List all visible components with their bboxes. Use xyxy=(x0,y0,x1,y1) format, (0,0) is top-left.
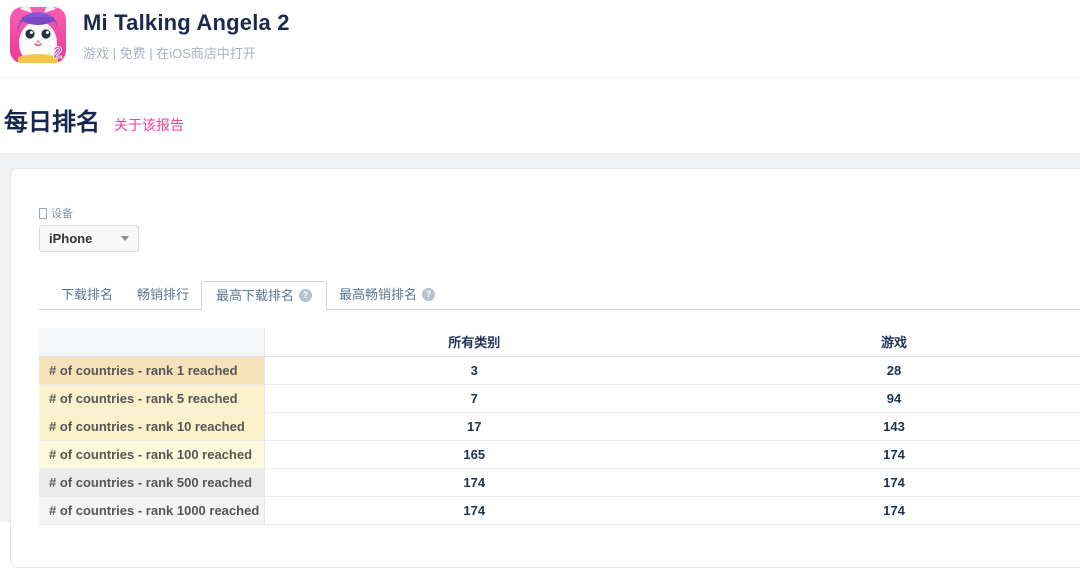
content-background: 设备 iPhone 下载排名 畅销排行 最高下载排名 ? 最高畅销排名 ? 所有… xyxy=(0,153,1080,568)
device-filter: 设备 iPhone xyxy=(39,205,1080,252)
rank-reached-table: 所有类别 游戏 # of countries - rank 1 reached … xyxy=(39,328,1080,525)
value-games: 94 xyxy=(684,384,1080,413)
corner-header-cell xyxy=(39,328,265,357)
app-icon: 2 xyxy=(10,7,66,63)
app-header-text: Mi Talking Angela 2 游戏 | 免费 | 在iOS商店中打开 xyxy=(83,7,290,62)
table-row: # of countries - rank 1 reached 3 28 xyxy=(39,356,1080,385)
value-all-categories: 7 xyxy=(264,384,684,413)
value-games: 28 xyxy=(684,356,1080,385)
device-filter-label: 设备 xyxy=(39,205,1080,221)
app-title: Mi Talking Angela 2 xyxy=(83,10,290,35)
device-icon xyxy=(39,207,47,219)
column-header-all-categories: 所有类别 xyxy=(264,328,684,357)
table-row: # of countries - rank 100 reached 165 17… xyxy=(39,440,1080,469)
row-label: # of countries - rank 500 reached xyxy=(39,468,265,497)
tab-top-grossing-rank[interactable]: 最高畅销排名 ? xyxy=(327,280,447,309)
value-all-categories: 165 xyxy=(264,440,684,469)
daily-rank-card: 设备 iPhone 下载排名 畅销排行 最高下载排名 ? 最高畅销排名 ? 所有… xyxy=(10,168,1080,568)
value-all-categories: 174 xyxy=(264,496,684,525)
about-report-link[interactable]: 关于该报告 xyxy=(114,115,184,135)
page-title: 每日排名 xyxy=(4,109,100,136)
tab-download-rank[interactable]: 下载排名 xyxy=(49,280,125,309)
value-games: 143 xyxy=(684,412,1080,441)
svg-text:2: 2 xyxy=(53,43,62,62)
help-icon[interactable]: ? xyxy=(422,288,436,301)
help-icon[interactable]: ? xyxy=(299,289,313,302)
value-games: 174 xyxy=(684,440,1080,469)
table-header-row: 所有类别 游戏 xyxy=(39,328,1080,357)
value-all-categories: 17 xyxy=(264,412,684,441)
row-label: # of countries - rank 5 reached xyxy=(39,384,265,413)
value-all-categories: 174 xyxy=(264,468,684,497)
row-label: # of countries - rank 1 reached xyxy=(39,356,265,385)
column-header-games: 游戏 xyxy=(684,328,1080,357)
chevron-down-icon xyxy=(121,236,129,241)
table-row: # of countries - rank 5 reached 7 94 xyxy=(39,384,1080,413)
value-games: 174 xyxy=(684,496,1080,525)
tab-grossing-rank[interactable]: 畅销排行 xyxy=(125,280,201,309)
app-header: 2 Mi Talking Angela 2 游戏 | 免费 | 在iOS商店中打… xyxy=(0,0,1080,78)
table-row: # of countries - rank 1000 reached 174 1… xyxy=(39,496,1080,525)
table-row: # of countries - rank 10 reached 17 143 xyxy=(39,412,1080,441)
app-subtitle[interactable]: 游戏 | 免费 | 在iOS商店中打开 xyxy=(83,43,290,62)
table-row: # of countries - rank 500 reached 174 17… xyxy=(39,468,1080,497)
device-select[interactable]: iPhone xyxy=(39,225,139,252)
row-label: # of countries - rank 10 reached xyxy=(39,412,265,441)
rank-tabs: 下载排名 畅销排行 最高下载排名 ? 最高畅销排名 ? xyxy=(39,280,1080,310)
tab-top-download-rank[interactable]: 最高下载排名 ? xyxy=(201,281,328,310)
value-all-categories: 3 xyxy=(264,356,684,385)
device-select-value: iPhone xyxy=(49,231,93,246)
row-label: # of countries - rank 100 reached xyxy=(39,440,265,469)
row-label: # of countries - rank 1000 reached xyxy=(39,496,265,525)
section-header: 每日排名 关于该报告 xyxy=(0,78,1080,137)
value-games: 174 xyxy=(684,468,1080,497)
